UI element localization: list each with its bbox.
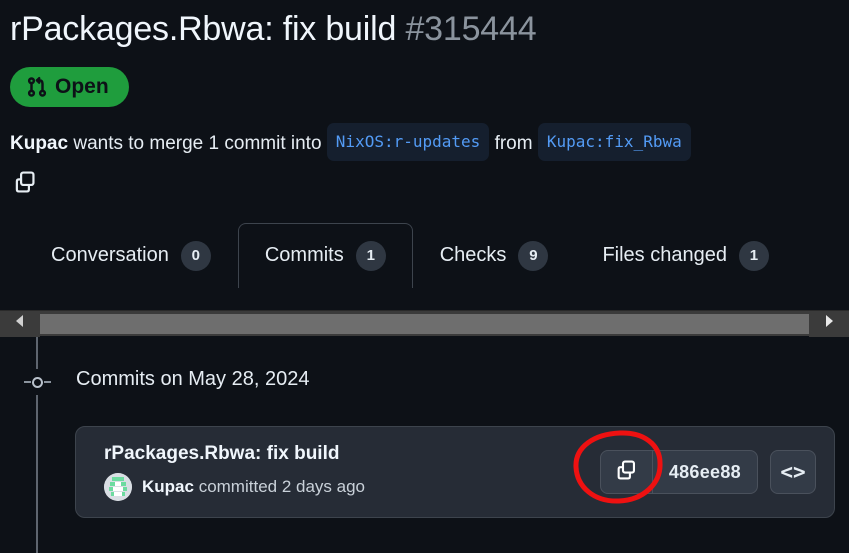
scrollbar-thumb[interactable] — [40, 313, 809, 334]
tab-checks-count: 9 — [518, 240, 549, 271]
node-dash-left — [23, 381, 31, 383]
tab-commits-label: Commits — [264, 244, 344, 266]
pr-header: rPackages.Rbwa: fix build #315444 Open K… — [0, 0, 849, 195]
status-badge: Open — [10, 66, 129, 107]
tab-files-changed-label: Files changed — [602, 244, 727, 266]
scrollbar-left-arrow-button[interactable] — [0, 310, 40, 337]
scrollbar-track[interactable] — [40, 311, 809, 337]
tab-conversation[interactable]: Conversation 0 — [24, 223, 238, 288]
commit-message[interactable]: rPackages.Rbwa: fix build — [104, 443, 365, 465]
copy-icon[interactable] — [12, 169, 839, 195]
merge-text-before: wants to merge 1 commit into — [68, 132, 327, 154]
merge-text-between: from — [489, 132, 538, 154]
commit-actions: 486ee88 <> — [599, 450, 816, 494]
browse-code-button[interactable]: <> — [770, 450, 816, 494]
commit-meta-suffix: committed 2 days ago — [193, 477, 365, 496]
scrollbar-right-arrow-button[interactable] — [809, 310, 849, 337]
horizontal-scrollbar[interactable] — [0, 310, 849, 337]
commits-group-title: Commits on May 28, 2024 — [76, 368, 310, 390]
base-branch-chip[interactable]: NixOS:r-updates — [326, 122, 490, 161]
tab-commits-count: 1 — [355, 240, 386, 271]
timeline-commit-node-icon — [22, 369, 52, 395]
state-row: Open — [10, 66, 839, 107]
merge-description: Kupac wants to merge 1 commit into NixOS… — [10, 122, 839, 161]
page-title: rPackages.Rbwa: fix build #315444 — [10, 8, 839, 51]
tab-commits[interactable]: Commits 1 — [237, 222, 413, 288]
tab-conversation-count: 0 — [180, 240, 211, 271]
commits-panel: Commits on May 28, 2024 rPackages.Rbwa: … — [0, 337, 849, 553]
pr-number: #315444 — [405, 10, 537, 48]
tab-bar: Conversation 0 Commits 1 Checks 9 Files … — [0, 222, 849, 288]
tab-files-changed-count: 1 — [738, 240, 769, 271]
commit-sha[interactable]: 486ee88 — [653, 451, 757, 493]
commit-sha-copy-button[interactable] — [601, 451, 653, 493]
pr-title-text: rPackages.Rbwa: fix build — [10, 10, 397, 48]
commit-author[interactable]: Kupac committed 2 days ago — [142, 477, 365, 497]
node-dash-right — [43, 381, 51, 383]
tab-list: Conversation 0 Commits 1 Checks 9 Files … — [0, 222, 849, 288]
head-branch-chip[interactable]: Kupac:fix_Rbwa — [537, 122, 691, 161]
tab-checks-label: Checks — [439, 244, 507, 266]
node-circle — [31, 376, 43, 388]
avatar[interactable] — [104, 473, 132, 501]
tab-checks[interactable]: Checks 9 — [413, 223, 576, 288]
commit-row[interactable]: rPackages.Rbwa: fix build Kupac committe… — [75, 426, 835, 518]
commit-sha-group: 486ee88 — [599, 450, 758, 494]
merge-author[interactable]: Kupac — [10, 133, 68, 154]
code-icon: <> — [780, 460, 806, 484]
status-badge-label: Open — [55, 74, 109, 98]
chevron-right-icon — [823, 314, 835, 333]
commit-meta: Kupac committed 2 days ago — [104, 473, 365, 501]
copy-icon — [614, 458, 638, 487]
git-pull-request-icon — [26, 76, 48, 98]
tab-files-changed[interactable]: Files changed 1 — [575, 223, 796, 288]
copy-branch-row — [10, 169, 839, 195]
commit-info: rPackages.Rbwa: fix build Kupac committe… — [104, 443, 365, 501]
chevron-left-icon — [14, 314, 26, 333]
commit-author-name: Kupac — [142, 477, 194, 496]
tab-conversation-label: Conversation — [51, 244, 169, 266]
